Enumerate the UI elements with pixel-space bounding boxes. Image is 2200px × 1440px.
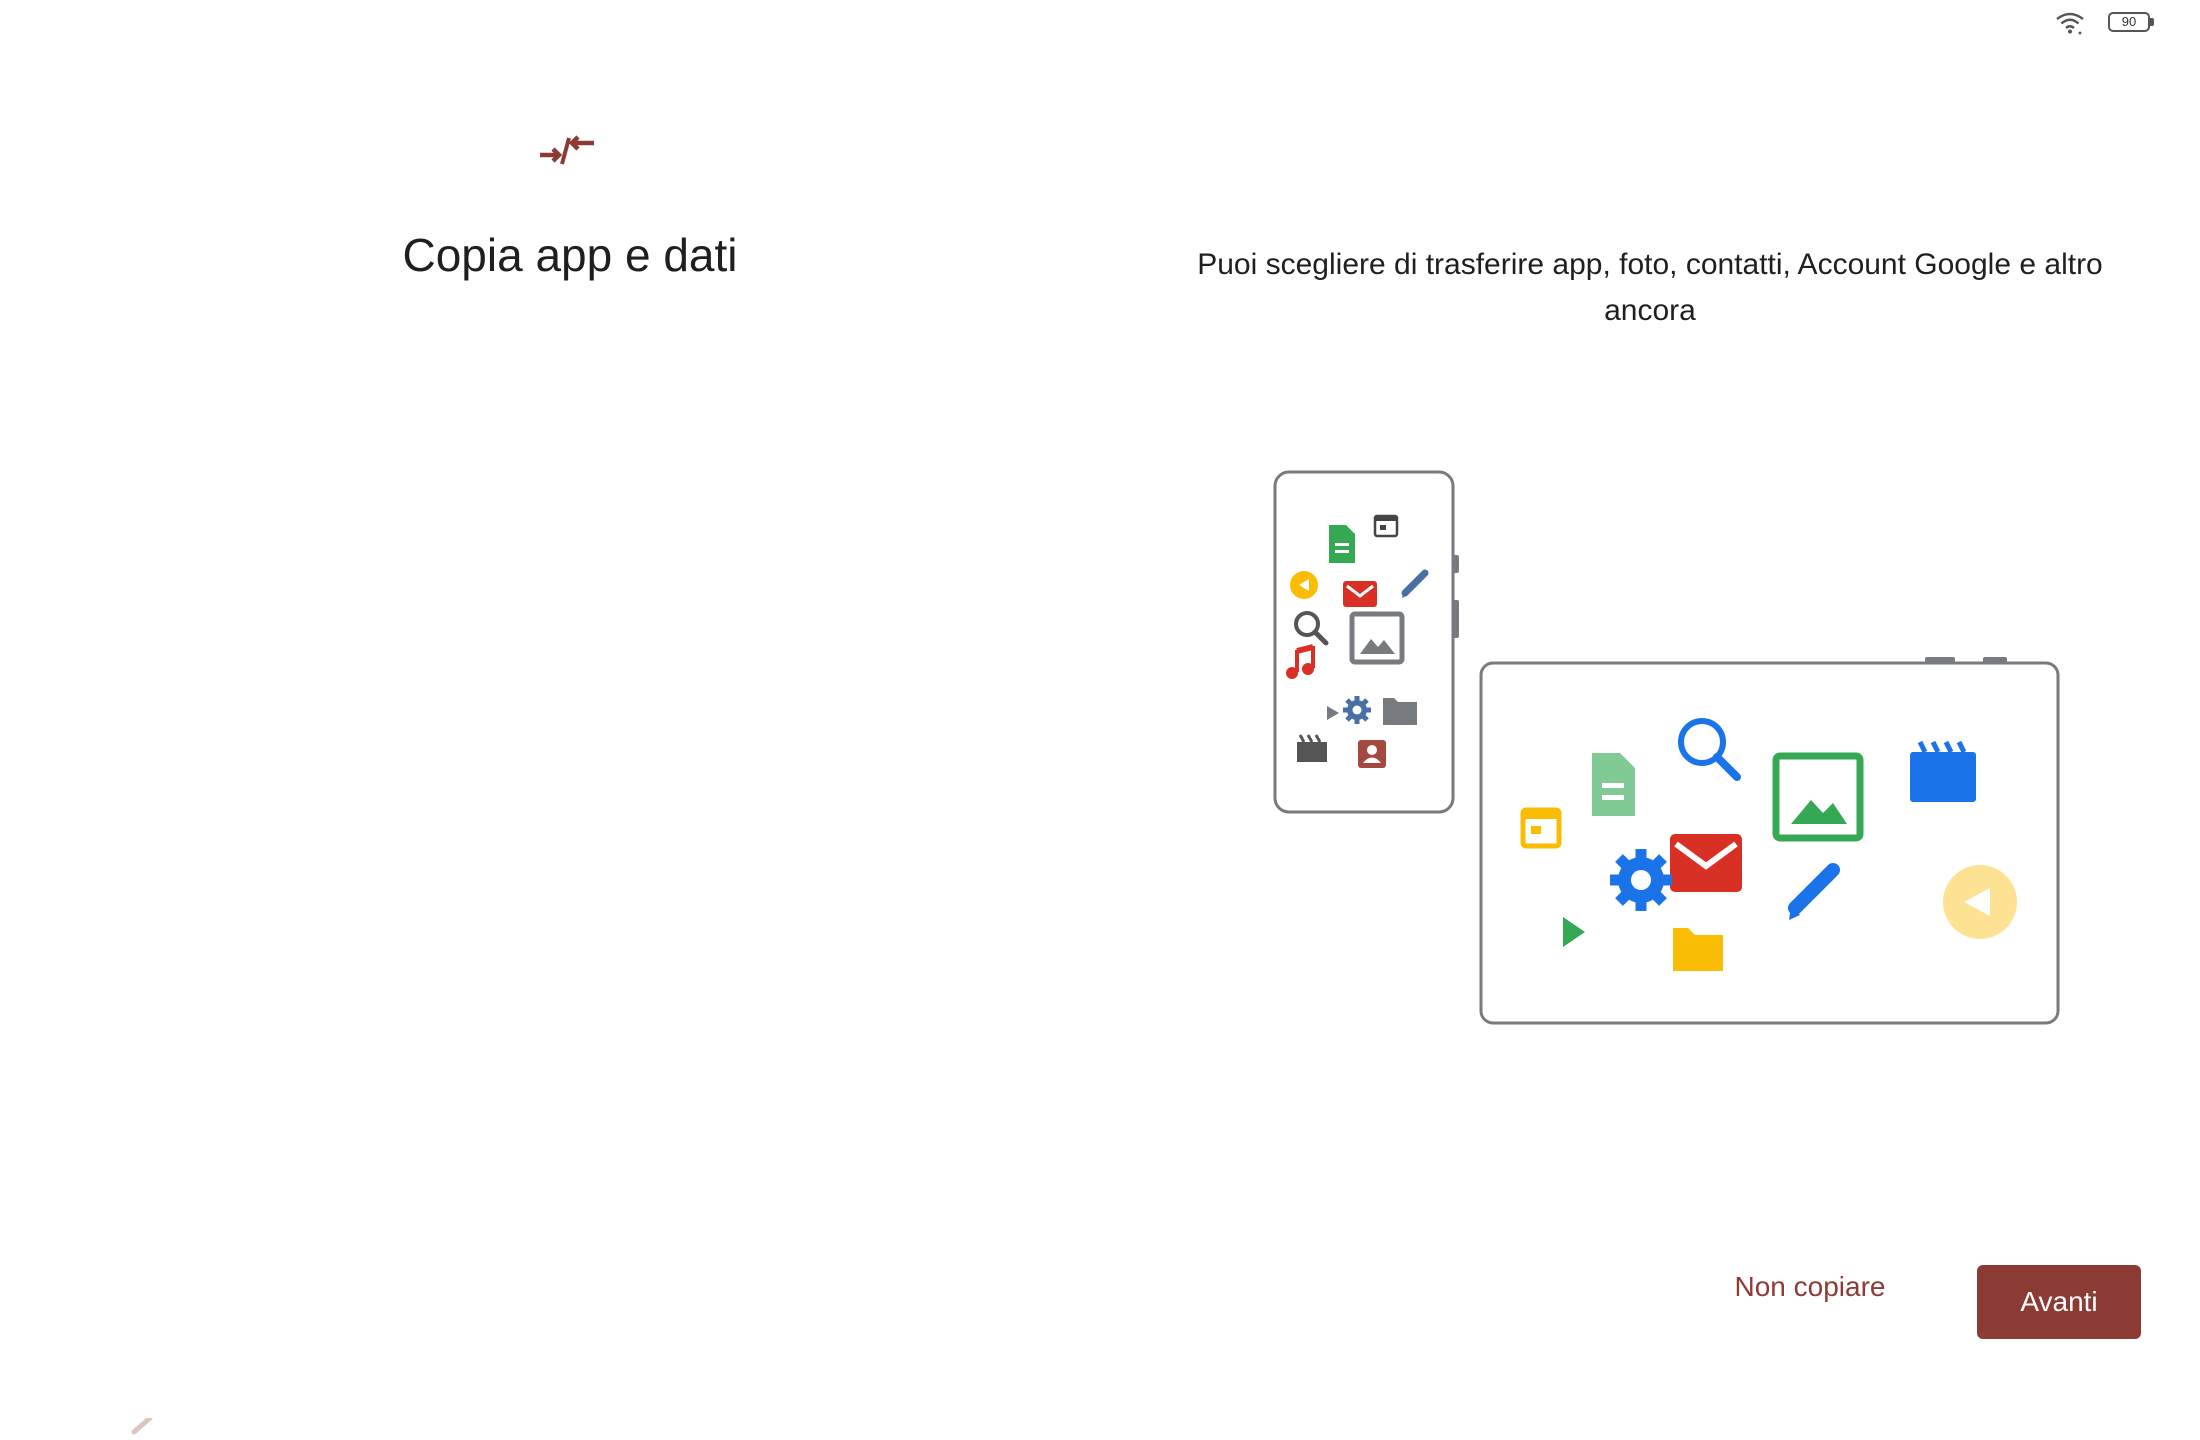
battery-indicator: 90	[2108, 12, 2156, 34]
status-bar: 90	[0, 0, 2200, 46]
tablet-back-icon	[1943, 865, 2017, 939]
phone-back-icon	[1290, 571, 1318, 599]
battery-tip	[2150, 18, 2154, 26]
phone-image-icon	[1349, 611, 1405, 665]
chevron-left-icon[interactable]	[118, 1418, 164, 1440]
battery-level: 90	[2108, 12, 2150, 32]
phone-document-icon	[1329, 525, 1355, 563]
phone-mail-icon	[1343, 581, 1377, 607]
phone-gear-icon	[1343, 696, 1371, 724]
description-text: Puoi scegliere di trasferire app, foto, …	[1197, 248, 2103, 327]
next-button[interactable]: Avanti	[1977, 1265, 2141, 1339]
skip-button[interactable]: Non copiare	[1700, 1250, 1920, 1324]
page-title: Copia app e dati	[402, 229, 738, 281]
tablet-mail-icon	[1670, 834, 1742, 892]
phone-contact-icon	[1358, 740, 1386, 768]
wifi-icon	[2056, 12, 2084, 35]
tablet-gear-icon	[1610, 849, 1672, 911]
tablet-device	[1479, 657, 2060, 1025]
phone-folder-icon	[1383, 698, 1417, 725]
tablet-document-icon	[1592, 753, 1635, 816]
copy-transfer-icon	[540, 135, 594, 165]
tablet-image-icon	[1772, 752, 1864, 842]
transfer-illustration	[1273, 470, 2060, 1025]
